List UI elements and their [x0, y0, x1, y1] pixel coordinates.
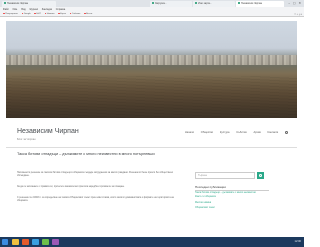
toolbar-icons[interactable]: ☆ ⌂ ⤓ ≡	[294, 12, 302, 17]
recent-posts-heading: Последни публикации	[195, 185, 226, 189]
recent-post-link[interactable]: Местни новини	[195, 202, 211, 204]
post-title: Такса битови отпадъци – дължимите с мног…	[17, 152, 155, 156]
browser-tabstrip: Независим Чирпан Загрузка... Изм. карта.…	[0, 0, 304, 7]
search-icon	[259, 173, 262, 177]
header-image	[6, 21, 297, 118]
system-clock[interactable]: 12:00	[295, 239, 302, 245]
search-button[interactable]	[257, 172, 264, 179]
app-icon[interactable]	[42, 239, 49, 245]
header-image-town	[6, 55, 297, 65]
favicon-icon	[4, 2, 6, 5]
menu-item[interactable]: Файл	[3, 8, 9, 11]
favicon-icon	[152, 2, 154, 5]
bookmark[interactable]: Вести	[83, 12, 92, 16]
window-controls[interactable]: – ▢ ✕	[288, 1, 302, 5]
recent-post-link[interactable]: Кметът и общината	[195, 196, 216, 198]
bookmark[interactable]: Популярные	[3, 12, 18, 16]
post-paragraph: Наложеното решение за таксата битови отп…	[17, 172, 173, 178]
nav-item[interactable]: Култура	[220, 131, 230, 134]
sidebar-divider	[195, 189, 269, 190]
app-icon[interactable]	[32, 239, 39, 245]
app-icon[interactable]	[52, 239, 59, 245]
bookmark[interactable]: Новини	[44, 12, 54, 16]
bookmark[interactable]: Google	[21, 12, 31, 16]
nav-item[interactable]: Събития	[236, 131, 246, 134]
header-divider	[6, 147, 297, 148]
browser-icon[interactable]	[22, 239, 29, 245]
menu-item[interactable]: Изм.	[13, 8, 18, 11]
menu-item[interactable]: Справка	[56, 8, 65, 11]
search-input[interactable]: Търсене	[195, 172, 255, 179]
menu-item[interactable]: Журнал	[29, 8, 38, 11]
favicon-icon	[238, 2, 240, 5]
menu-item[interactable]: Закладки	[42, 8, 52, 11]
start-button[interactable]	[2, 239, 8, 245]
nav-item[interactable]: Общество	[201, 131, 213, 134]
recent-post-link[interactable]: Общинският съвет	[195, 207, 215, 209]
search-icon[interactable]	[285, 131, 288, 134]
bookmark[interactable]: Сайтове	[69, 12, 80, 16]
nav-item[interactable]: Контакти	[267, 131, 278, 134]
header-image-field	[6, 76, 297, 118]
nav-item[interactable]: Архив	[253, 131, 260, 134]
site-tagline: Блог за Чирпан	[17, 138, 36, 141]
taskbar: 12:00	[0, 237, 304, 247]
site-title[interactable]: Независим Чирпан	[17, 128, 79, 135]
main-nav: Начало Общество Култура Събития Архив Ко…	[179, 131, 288, 134]
bookmarks-bar: Популярные Google БНТ Новини Карта Сайто…	[0, 12, 304, 17]
menu-item[interactable]: Вид	[21, 8, 25, 11]
post-paragraph: За да се запознаете с правата си, прочет…	[17, 186, 125, 188]
post-paragraph: С решение № 2/2016 г. за определяне на т…	[17, 197, 174, 203]
favicon-icon	[195, 2, 197, 5]
bookmark[interactable]: Карта	[57, 12, 66, 16]
nav-item[interactable]: Начало	[185, 131, 194, 134]
bookmark[interactable]: БНТ	[34, 12, 41, 16]
folder-icon[interactable]	[12, 239, 19, 245]
recent-post-link[interactable]: Такса битови отпадъци – дължимите с мног…	[195, 192, 256, 194]
